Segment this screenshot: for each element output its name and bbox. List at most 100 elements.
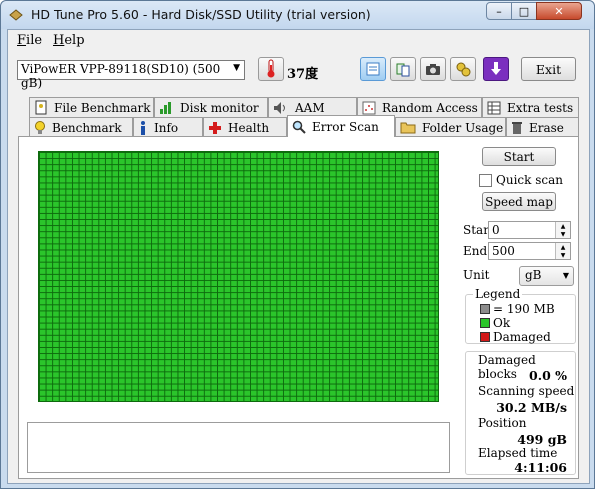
camera-icon[interactable] [420, 57, 446, 81]
menu-file[interactable]: File [17, 33, 42, 48]
speed-map-button[interactable]: Speed map [482, 192, 556, 211]
file-benchmark-icon [35, 100, 47, 115]
tab-label: Folder Usage [422, 120, 504, 135]
tab-label: Error Scan [312, 119, 379, 134]
position-label: Position [478, 416, 527, 430]
download-icon[interactable] [483, 57, 509, 81]
tab-error-scan[interactable]: Error Scan [287, 115, 395, 137]
legend-row-block: = 190 MB [480, 302, 555, 316]
position-value: 499 gB [517, 432, 567, 447]
magnifier-icon [292, 120, 306, 134]
tab-label: Health [228, 120, 270, 135]
unit-select[interactable]: gB ▼ [519, 266, 574, 286]
tab-label: Erase [529, 120, 564, 135]
spin-up-icon[interactable]: ▲ [555, 222, 570, 230]
maximize-button[interactable]: □ [511, 2, 537, 20]
start-input[interactable]: 0 ▲ ▼ [488, 221, 571, 239]
spin-down-icon[interactable]: ▼ [555, 230, 570, 238]
thermometer-icon[interactable] [258, 57, 284, 81]
unit-label: Unit [463, 268, 490, 282]
title-bar[interactable]: HD Tune Pro 5.60 - Hard Disk/SSD Utility… [1, 1, 594, 29]
elapsed-time-value: 4:11:06 [514, 460, 567, 475]
damaged-blocks-value: 0.0 % [529, 368, 567, 383]
tab-label: File Benchmark [54, 100, 151, 115]
window-title: HD Tune Pro 5.60 - Hard Disk/SSD Utility… [31, 7, 371, 22]
unit-select-value: gB [525, 268, 542, 282]
toolbar: ViPowER VPP-89118(SD10) (500 gB) ▼ 37度 E… [8, 52, 589, 90]
legend-row-ok: Ok [480, 316, 510, 330]
close-button[interactable]: ✕ [536, 2, 582, 20]
tab-label: AAM [295, 100, 325, 115]
tab-aam[interactable]: AAM [268, 97, 357, 117]
tab-label: Extra tests [507, 100, 574, 115]
tab-info[interactable]: Info [133, 117, 203, 137]
copy-screen-icon[interactable] [390, 57, 416, 81]
temperature-label: 37度 [287, 67, 319, 82]
folder-icon [400, 122, 416, 134]
legend-damaged-label: Damaged [493, 330, 551, 344]
start-button-label: Start [503, 149, 535, 164]
drive-select-value: ViPowER VPP-89118(SD10) (500 gB) [21, 62, 221, 90]
app-icon [9, 9, 23, 21]
lightbulb-icon [35, 120, 45, 134]
spin-up-icon[interactable]: ▲ [555, 243, 570, 251]
menu-bar: File Help [8, 30, 589, 51]
exit-button[interactable]: Exit [521, 57, 576, 81]
end-input[interactable]: 500 ▲ ▼ [488, 242, 571, 260]
trash-icon [512, 122, 522, 134]
quick-scan-checkbox[interactable]: Quick scan [479, 173, 563, 187]
chevron-down-icon: ▼ [562, 271, 569, 280]
end-input-value: 500 [492, 244, 515, 258]
options-icon[interactable] [450, 57, 476, 81]
legend-swatch-ok [480, 318, 490, 328]
scanning-speed-label: Scanning speed [478, 384, 575, 398]
tab-folder-usage[interactable]: Folder Usage [395, 117, 506, 137]
legend-box: Legend = 190 MB Ok Damaged [465, 287, 576, 344]
start-input-value: 0 [492, 223, 500, 237]
tab-random-access[interactable]: Random Access [357, 97, 482, 117]
legend-swatch-damaged [480, 332, 490, 342]
client-area: File Help ViPowER VPP-89118(SD10) (500 g… [7, 29, 590, 484]
extra-tests-icon [487, 101, 501, 114]
minimize-icon: – [496, 4, 502, 18]
maximize-icon: □ [518, 4, 530, 18]
legend-ok-label: Ok [493, 316, 511, 330]
error-scan-panel: Start Quick scan Speed map Start 0 ▲ ▼ E… [18, 136, 579, 479]
health-cross-icon [209, 121, 221, 134]
tab-label: Disk monitor [180, 100, 259, 115]
tab-benchmark[interactable]: Benchmark [29, 117, 133, 137]
random-access-icon [362, 101, 376, 114]
elapsed-time-label: Elapsed time [478, 446, 558, 460]
legend-title: Legend [473, 287, 523, 301]
log-box[interactable] [27, 422, 450, 473]
speaker-icon [274, 101, 285, 114]
tab-disk-monitor[interactable]: Disk monitor [154, 97, 268, 117]
tab-health[interactable]: Health [203, 117, 287, 137]
chevron-down-icon: ▼ [233, 63, 240, 73]
minimize-button[interactable]: – [486, 2, 512, 20]
tab-extra-tests[interactable]: Extra tests [482, 97, 579, 117]
exit-button-label: Exit [535, 61, 562, 77]
legend-block-size: = 190 MB [493, 302, 555, 316]
legend-swatch-block [480, 304, 490, 314]
tab-label: Benchmark [52, 120, 122, 135]
end-field-label: End [463, 244, 488, 258]
scanning-speed-value: 30.2 MB/s [496, 400, 567, 415]
info-icon [141, 120, 145, 135]
block-map [38, 151, 439, 402]
checkbox-box[interactable] [479, 173, 492, 187]
stats-box: Damaged blocks 0.0 % Scanning speed 30.2… [465, 351, 576, 475]
tab-file-benchmark[interactable]: File Benchmark [29, 97, 154, 117]
spin-down-icon[interactable]: ▼ [555, 251, 570, 259]
start-button[interactable]: Start [482, 147, 556, 166]
app-window: HD Tune Pro 5.60 - Hard Disk/SSD Utility… [0, 0, 595, 489]
copy-info-icon[interactable] [360, 57, 386, 81]
close-icon: ✕ [554, 4, 564, 18]
menu-help[interactable]: Help [53, 33, 85, 48]
speed-map-label: Speed map [485, 194, 553, 209]
disk-monitor-icon [160, 101, 171, 114]
quick-scan-label: Quick scan [496, 173, 563, 187]
drive-select[interactable]: ViPowER VPP-89118(SD10) (500 gB) ▼ [17, 60, 245, 90]
legend-row-damaged: Damaged [480, 330, 551, 344]
tab-erase[interactable]: Erase [506, 117, 579, 137]
